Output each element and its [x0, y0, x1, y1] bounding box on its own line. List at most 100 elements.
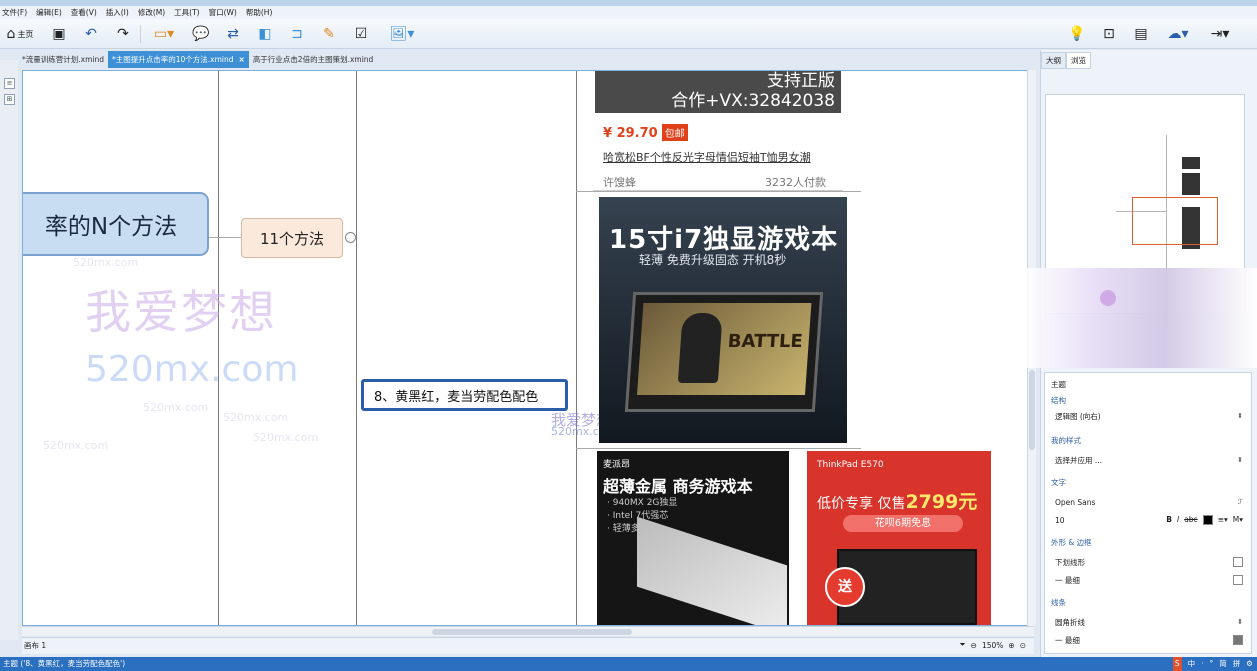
- align-icon[interactable]: ≡▾: [1218, 515, 1228, 525]
- scroll-thumb[interactable]: [1029, 370, 1035, 450]
- menu-insert[interactable]: 插入(I): [106, 7, 129, 18]
- product-price: ¥ 29.70 包邮: [603, 124, 688, 141]
- bold-icon[interactable]: B: [1166, 515, 1172, 525]
- subtopic[interactable]: 11个方法: [241, 218, 343, 258]
- image-button[interactable]: 🖼▾: [384, 23, 420, 45]
- ime-simplified[interactable]: 简: [1219, 657, 1227, 671]
- line-color-swatch[interactable]: [1233, 635, 1243, 645]
- shop-name: 许馊蜂: [603, 176, 636, 189]
- zoom-out-icon[interactable]: ⊖: [971, 641, 977, 650]
- line-heading: 线条: [1051, 598, 1066, 607]
- home-button[interactable]: ⌂ 主页: [2, 23, 38, 45]
- filter-icon[interactable]: ⏷: [960, 640, 966, 650]
- tab-overview[interactable]: 浏览: [1066, 52, 1091, 69]
- scroll-thumb[interactable]: [432, 629, 632, 635]
- ime-logo-icon[interactable]: S: [1172, 657, 1182, 671]
- tab-label: *主图提升点击率的10个方法.xmind: [111, 55, 234, 64]
- redo-button[interactable]: ↷: [112, 23, 134, 45]
- topic-button[interactable]: ▭▾: [146, 23, 182, 45]
- mystyle-select[interactable]: 选择并应用 ... ⬍: [1055, 453, 1243, 467]
- ime-toolbar: S 中 · ° 简 拼 ⚙: [1172, 657, 1253, 671]
- layout-button[interactable]: ▤: [1130, 23, 1152, 45]
- selected-topic[interactable]: 8、黄黑红，麦当劳配色配色: [361, 379, 568, 411]
- notes-button[interactable]: ☑: [350, 23, 372, 45]
- product-headline: 低价专享 仅售2799元: [817, 487, 977, 514]
- menu-view[interactable]: 查看(V): [71, 7, 97, 18]
- product-banner: 支持正版 合作+VX:32842038: [595, 71, 841, 113]
- zoom-level[interactable]: 150%: [982, 641, 1003, 650]
- export-button[interactable]: ⇥▾: [1204, 23, 1236, 45]
- save-icon: ▣: [52, 26, 66, 42]
- filter-toggle-icon[interactable]: ⊞: [4, 94, 15, 105]
- ime-mode[interactable]: 中: [1188, 657, 1196, 671]
- branch-line: [576, 71, 577, 625]
- product-headline: 超薄金属 商务游戏本: [603, 477, 753, 496]
- home-label: 主页: [17, 29, 34, 39]
- product-subline: 轻薄 免费升级固态 开机8秒: [639, 253, 787, 267]
- left-tool-strip: ≡ ⊞: [0, 60, 18, 640]
- sheet-tab[interactable]: 画布 1: [24, 640, 46, 651]
- save-button[interactable]: ▣: [48, 23, 70, 45]
- italic-icon[interactable]: I: [1177, 515, 1179, 525]
- summary-icon: ⊐: [291, 26, 303, 42]
- mystyle-heading: 我的样式: [1051, 436, 1081, 445]
- gear-icon[interactable]: ⚙: [1246, 657, 1253, 671]
- sheet-bar: 画布 1 ⏷ ⊖ 150% ⊕ ⊙: [22, 637, 1034, 654]
- menu-file[interactable]: 文件(F): [2, 7, 27, 18]
- tab-outline[interactable]: 大纲: [1041, 52, 1066, 69]
- watermark-text: 520mx.com: [73, 256, 139, 269]
- shape-select[interactable]: 下划线形: [1055, 555, 1243, 569]
- product-image-tshirt[interactable]: 支持正版 合作+VX:32842038 ¥ 29.70 包邮 哈宽松BF个性反光字…: [593, 71, 843, 191]
- menu-window[interactable]: 窗口(W): [209, 7, 237, 18]
- zoom-control: ⏷ ⊖ 150% ⊕ ⊙: [960, 640, 1026, 650]
- line-width-value: 一 最细: [1055, 635, 1080, 645]
- close-icon[interactable]: ×: [239, 55, 245, 64]
- laptop-illustration: BATTLE: [624, 292, 824, 412]
- overview-viewport[interactable]: [1132, 197, 1218, 245]
- outline-toggle-icon[interactable]: ≡: [4, 78, 15, 89]
- structure-select[interactable]: 逻辑图 (向右) ⬍: [1055, 409, 1243, 423]
- menu-edit[interactable]: 编辑(E): [36, 7, 62, 18]
- callout-button[interactable]: 💬: [190, 23, 212, 45]
- line-width-select[interactable]: 一 最细: [1055, 633, 1243, 647]
- summary-button[interactable]: ⊐: [286, 23, 308, 45]
- zoom-in-icon[interactable]: ⊕: [1008, 641, 1014, 650]
- tab-main-image[interactable]: *主图提升点击率的10个方法.xmind ×: [107, 51, 249, 68]
- horizontal-scrollbar[interactable]: [22, 626, 1034, 636]
- strike-icon[interactable]: abc: [1184, 515, 1197, 525]
- ime-pinyin[interactable]: 拼: [1233, 657, 1241, 671]
- undo-button[interactable]: ↶: [80, 23, 102, 45]
- fill-swatch[interactable]: [1233, 557, 1243, 567]
- relationship-button[interactable]: ⇄: [222, 23, 244, 45]
- tab-flow-plan[interactable]: *流量训练营计划.xmind: [18, 51, 108, 68]
- installment-badge: 花呗6期免息: [843, 515, 963, 532]
- menu-tools[interactable]: 工具(T): [174, 7, 199, 18]
- topic-icon: ▭▾: [153, 26, 175, 42]
- menu-modify[interactable]: 修改(M): [138, 7, 165, 18]
- presentation-button[interactable]: ⊡: [1098, 23, 1120, 45]
- collapse-toggle[interactable]: [345, 232, 356, 243]
- mindmap-canvas[interactable]: 520mx.com 520mx.com 520mx.com 520mx.com …: [22, 70, 1034, 626]
- share-button[interactable]: ☁▾: [1162, 23, 1194, 45]
- screen-glare: [1026, 268, 1257, 368]
- tab-main-image-strategy[interactable]: 高于行业点击2倍的主图策划.xmind: [249, 51, 378, 68]
- product-image-gaming-laptop[interactable]: 15寸i7独显游戏本 轻薄 免费升级固态 开机8秒 BATTLE: [599, 197, 847, 443]
- boundary-button[interactable]: ◧: [254, 23, 276, 45]
- ime-width[interactable]: °: [1210, 657, 1214, 671]
- fit-icon[interactable]: ⊙: [1020, 641, 1026, 650]
- menu-help[interactable]: 帮助(H): [246, 7, 273, 18]
- border-swatch[interactable]: [1233, 575, 1243, 585]
- case-icon[interactable]: M▾: [1233, 515, 1243, 525]
- text-color-swatch[interactable]: [1202, 515, 1213, 525]
- font-size[interactable]: 10: [1055, 516, 1065, 525]
- idea-button[interactable]: 💡: [1066, 23, 1088, 45]
- marker-button[interactable]: ✎: [318, 23, 340, 45]
- spec-item: · 940MX 2G独显: [607, 498, 678, 508]
- border-select[interactable]: 一 最细: [1055, 573, 1243, 587]
- line-select[interactable]: 圆角折线 ⬍: [1055, 615, 1243, 629]
- central-topic[interactable]: 率的N个方法: [23, 192, 209, 256]
- ime-punct[interactable]: ·: [1201, 657, 1203, 671]
- product-image-thinkpad[interactable]: ThinkPad E570 低价专享 仅售2799元 花呗6期免息 送: [807, 451, 991, 625]
- product-image-business-laptop[interactable]: 麦派昂 超薄金属 商务游戏本 · 940MX 2G独显 · Intel 7代强芯…: [597, 451, 789, 625]
- font-select[interactable]: Open Sans ℱ: [1055, 495, 1243, 509]
